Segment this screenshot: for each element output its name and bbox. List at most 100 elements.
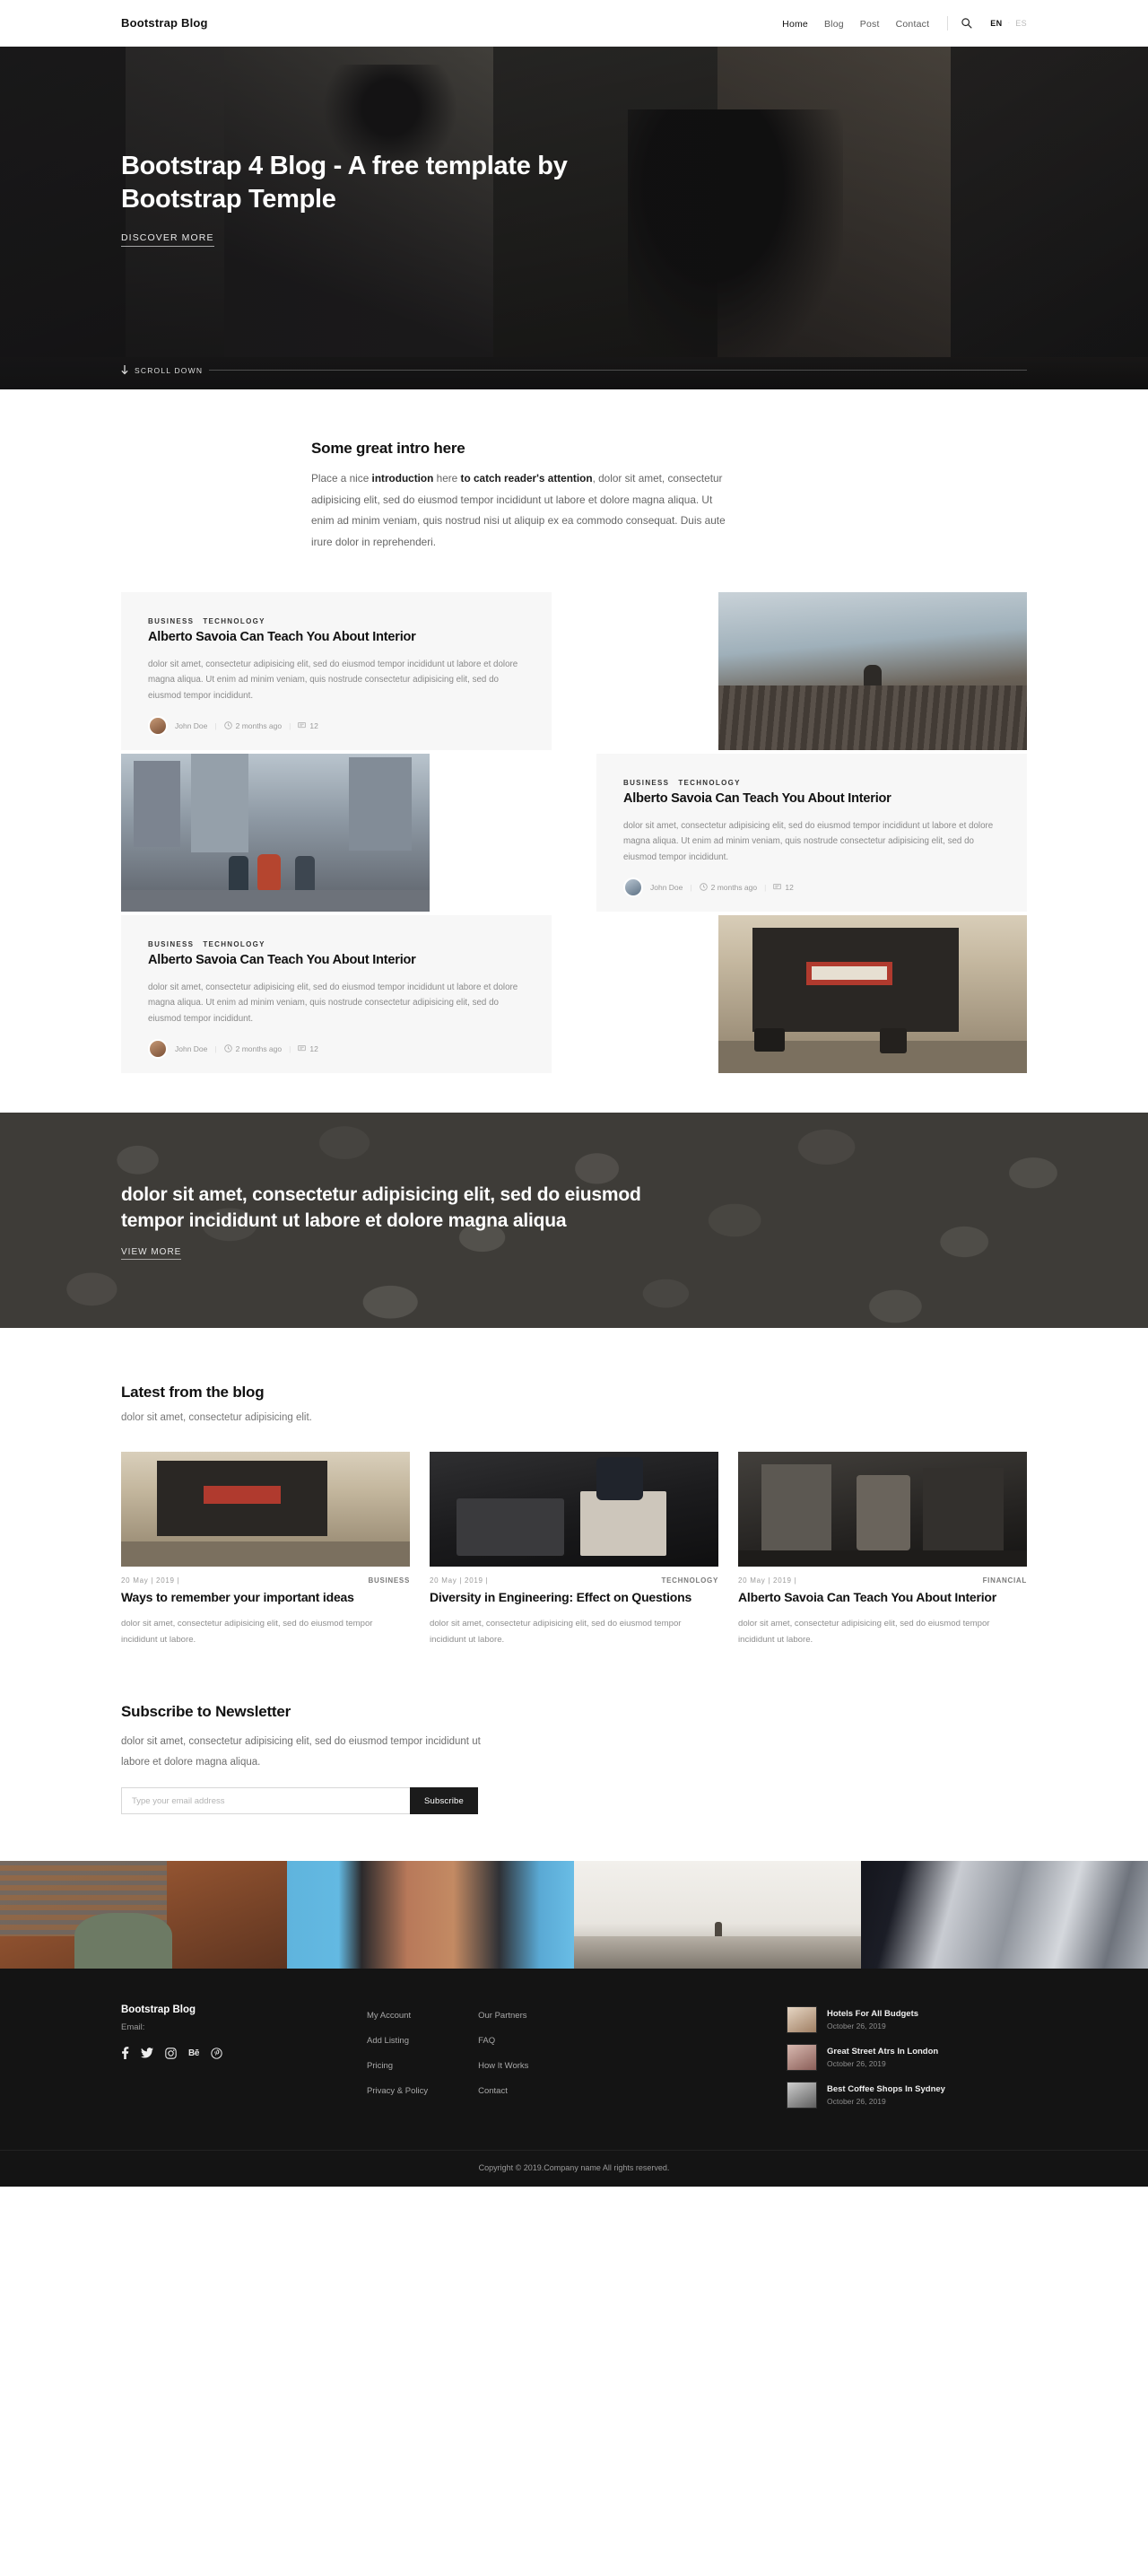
post-card-meta: 20 May | 2019 | BUSINESS bbox=[121, 1567, 410, 1589]
footer-post-title[interactable]: Great Street Atrs In London bbox=[827, 2047, 938, 2056]
category-tag[interactable]: BUSINESS bbox=[623, 779, 669, 787]
post-card-category[interactable]: FINANCIAL bbox=[983, 1576, 1027, 1585]
footer-recent-posts: Hotels For All Budgets October 26, 2019 … bbox=[787, 2004, 1027, 2119]
footer-link-item[interactable]: FAQ bbox=[478, 2031, 528, 2048]
footer-link[interactable]: My Account bbox=[367, 2011, 411, 2021]
intro-text-1: Place a nice bbox=[311, 472, 372, 485]
pinterest-icon[interactable] bbox=[211, 2048, 222, 2059]
post-card-title[interactable]: Ways to remember your important ideas bbox=[121, 1589, 410, 1605]
footer-post-thumbnail bbox=[787, 2044, 817, 2072]
post-card-title[interactable]: Diversity in Engineering: Effect on Ques… bbox=[430, 1589, 718, 1605]
behance-icon[interactable]: Bē bbox=[188, 2048, 199, 2058]
featured-card[interactable]: BUSINESS TECHNOLOGY Alberto Savoia Can Te… bbox=[121, 915, 1027, 1074]
footer-link[interactable]: Pricing bbox=[367, 2061, 393, 2071]
featured-card-title[interactable]: Alberto Savoia Can Teach You About Inter… bbox=[148, 952, 525, 969]
gallery-image[interactable] bbox=[574, 1861, 861, 1969]
featured-card-image bbox=[121, 754, 430, 913]
lang-es[interactable]: ES bbox=[1015, 19, 1027, 28]
nav-link-home[interactable]: Home bbox=[782, 19, 808, 30]
cta-banner: dolor sit amet, consectetur adipisicing … bbox=[0, 1113, 1148, 1329]
gallery-image[interactable] bbox=[861, 1861, 1148, 1969]
clock-icon bbox=[699, 883, 708, 891]
gallery-image[interactable] bbox=[287, 1861, 574, 1969]
footer-link-item[interactable]: Our Partners bbox=[478, 2006, 528, 2022]
footer-post-title[interactable]: Best Coffee Shops In Sydney bbox=[827, 2084, 945, 2094]
nav-link-contact[interactable]: Contact bbox=[896, 19, 930, 30]
scroll-down-indicator[interactable]: SCROLL DOWN bbox=[121, 365, 1027, 375]
featured-card-title[interactable]: Alberto Savoia Can Teach You About Inter… bbox=[623, 790, 1000, 808]
avatar bbox=[623, 877, 643, 897]
footer-link[interactable]: How It Works bbox=[478, 2061, 528, 2071]
featured-card-excerpt: dolor sit amet, consectetur adipisicing … bbox=[148, 982, 518, 1024]
footer-post-date: October 26, 2019 bbox=[827, 2097, 886, 2107]
post-date: 2 months ago bbox=[699, 882, 758, 892]
footer-post-item[interactable]: Best Coffee Shops In Sydney October 26, … bbox=[787, 2082, 1027, 2109]
footer-post-date: October 26, 2019 bbox=[827, 2059, 886, 2069]
footer-link[interactable]: Privacy & Policy bbox=[367, 2086, 428, 2096]
featured-card-body: BUSINESS TECHNOLOGY Alberto Savoia Can Te… bbox=[121, 915, 552, 1074]
subscribe-button[interactable]: Subscribe bbox=[410, 1787, 478, 1815]
copyright: Copyright © 2019.Company name All rights… bbox=[0, 2150, 1148, 2187]
post-card[interactable]: 20 May | 2019 | FINANCIAL Alberto Savoia… bbox=[738, 1452, 1027, 1647]
featured-card[interactable]: BUSINESS TECHNOLOGY Alberto Savoia Can Te… bbox=[121, 754, 1027, 913]
post-card[interactable]: 20 May | 2019 | BUSINESS Ways to remembe… bbox=[121, 1452, 410, 1647]
post-card-excerpt: dolor sit amet, consectetur adipisicing … bbox=[738, 1618, 990, 1645]
footer-link-item[interactable]: How It Works bbox=[478, 2056, 528, 2073]
footer-post-thumbnail bbox=[787, 2082, 817, 2109]
instagram-icon[interactable] bbox=[165, 2048, 177, 2059]
footer-link-item[interactable]: Privacy & Policy bbox=[367, 2082, 428, 2098]
author-name[interactable]: John Doe bbox=[650, 883, 683, 892]
nav-item-blog[interactable]: Blog bbox=[824, 15, 844, 31]
category-tag[interactable]: TECHNOLOGY bbox=[203, 940, 265, 948]
nav-link-blog[interactable]: Blog bbox=[824, 19, 844, 30]
latest-posts-section: Latest from the blog dolor sit amet, con… bbox=[0, 1328, 1148, 1680]
lang-en[interactable]: EN bbox=[990, 19, 1002, 28]
footer-link-item[interactable]: Contact bbox=[478, 2082, 528, 2098]
post-card[interactable]: 20 May | 2019 | TECHNOLOGY Diversity in … bbox=[430, 1452, 718, 1647]
email-input[interactable] bbox=[121, 1787, 410, 1815]
intro-paragraph: Place a nice introduction here to catch … bbox=[311, 468, 733, 553]
gallery-image[interactable] bbox=[0, 1861, 287, 1969]
featured-card-excerpt: dolor sit amet, consectetur adipisicing … bbox=[148, 659, 518, 701]
featured-card[interactable]: BUSINESS TECHNOLOGY Alberto Savoia Can Te… bbox=[121, 592, 1027, 751]
nav-item-home[interactable]: Home bbox=[782, 15, 808, 31]
featured-card-title[interactable]: Alberto Savoia Can Teach You About Inter… bbox=[148, 629, 525, 646]
post-date-label: 2 months ago bbox=[710, 882, 758, 892]
comment-icon bbox=[773, 884, 782, 890]
view-more-button[interactable]: VIEW MORE bbox=[121, 1247, 182, 1261]
post-date-label: 2 months ago bbox=[235, 1043, 283, 1053]
avatar bbox=[148, 715, 168, 736]
nav-link-post[interactable]: Post bbox=[860, 19, 880, 30]
comment-count-label: 12 bbox=[309, 1043, 318, 1053]
footer-link[interactable]: Contact bbox=[478, 2086, 508, 2096]
newsletter-title: Subscribe to Newsletter bbox=[121, 1703, 291, 1721]
post-card-category[interactable]: TECHNOLOGY bbox=[662, 1576, 718, 1585]
category-tag[interactable]: TECHNOLOGY bbox=[678, 779, 740, 787]
footer-link[interactable]: Add Listing bbox=[367, 2036, 409, 2046]
search-icon[interactable] bbox=[961, 17, 972, 29]
footer-post-item[interactable]: Hotels For All Budgets October 26, 2019 bbox=[787, 2006, 1027, 2034]
footer-link-item[interactable]: My Account bbox=[367, 2006, 428, 2022]
footer-link[interactable]: FAQ bbox=[478, 2036, 495, 2046]
footer-link[interactable]: Our Partners bbox=[478, 2011, 526, 2021]
nav-item-contact[interactable]: Contact bbox=[896, 15, 930, 31]
post-card-title[interactable]: Alberto Savoia Can Teach You About Inter… bbox=[738, 1589, 1027, 1605]
facebook-icon[interactable] bbox=[121, 2047, 129, 2060]
footer-post-item[interactable]: Great Street Atrs In London October 26, … bbox=[787, 2044, 1027, 2072]
twitter-icon[interactable] bbox=[141, 2048, 153, 2058]
author-name[interactable]: John Doe bbox=[175, 1044, 207, 1053]
category-tag[interactable]: TECHNOLOGY bbox=[203, 617, 265, 625]
discover-more-button[interactable]: DISCOVER MORE bbox=[121, 232, 214, 248]
post-card-category[interactable]: BUSINESS bbox=[369, 1576, 411, 1585]
intro-title: Some great intro here bbox=[311, 440, 465, 457]
clock-icon bbox=[223, 1044, 232, 1052]
category-tag[interactable]: BUSINESS bbox=[148, 940, 194, 948]
footer-link-item[interactable]: Pricing bbox=[367, 2056, 428, 2073]
site-logo[interactable]: Bootstrap Blog bbox=[121, 16, 208, 30]
scroll-line bbox=[209, 370, 1027, 371]
footer-post-title[interactable]: Hotels For All Budgets bbox=[827, 2009, 918, 2019]
footer-link-item[interactable]: Add Listing bbox=[367, 2031, 428, 2048]
category-tag[interactable]: BUSINESS bbox=[148, 617, 194, 625]
nav-item-post[interactable]: Post bbox=[860, 15, 880, 31]
author-name[interactable]: John Doe bbox=[175, 721, 207, 730]
